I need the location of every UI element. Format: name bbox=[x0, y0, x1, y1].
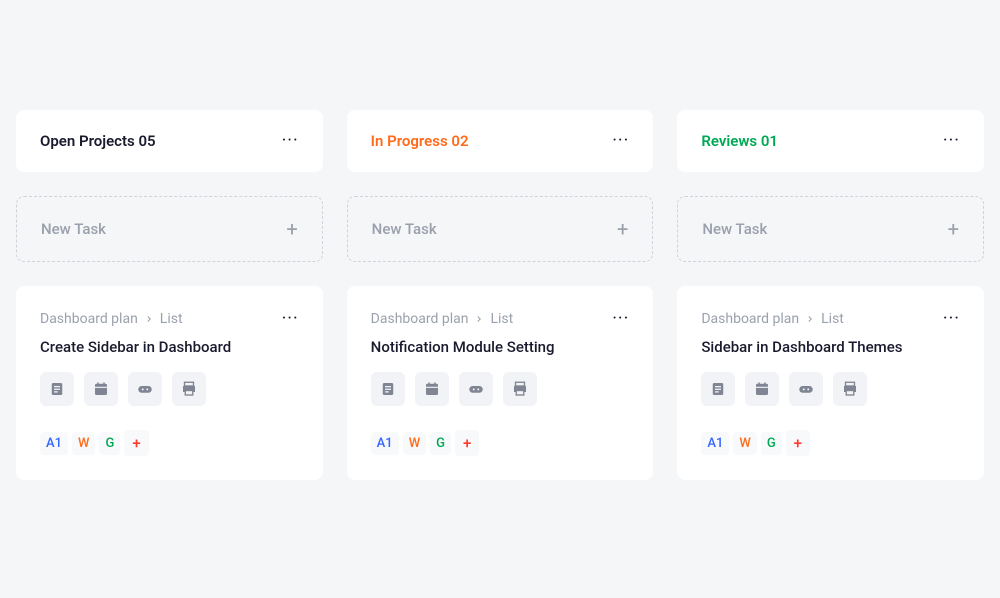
plus-icon: + bbox=[617, 219, 628, 239]
add-badge-button[interactable]: + bbox=[786, 430, 810, 456]
gamepad-icon[interactable] bbox=[128, 372, 162, 406]
breadcrumb-parent: Dashboard plan bbox=[371, 311, 469, 327]
more-icon[interactable]: ··· bbox=[282, 310, 299, 328]
new-task-label: New Task bbox=[372, 220, 437, 238]
badge-w[interactable]: W bbox=[72, 432, 95, 455]
more-icon[interactable]: ··· bbox=[612, 310, 629, 328]
column-header: In Progress 02 ··· bbox=[347, 110, 654, 172]
more-icon[interactable]: ··· bbox=[943, 132, 960, 150]
task-icon-row bbox=[701, 372, 960, 406]
gamepad-icon[interactable] bbox=[459, 372, 493, 406]
breadcrumb-text[interactable]: Dashboard plan List bbox=[701, 311, 844, 327]
task-title: Notification Module Setting bbox=[371, 338, 630, 356]
breadcrumb-child: List bbox=[490, 311, 513, 327]
column-open-projects: Open Projects 05 ··· New Task + Dashboar… bbox=[16, 110, 323, 480]
new-task-label: New Task bbox=[41, 220, 106, 238]
breadcrumb: Dashboard plan List ··· bbox=[701, 310, 960, 328]
calendar-icon[interactable] bbox=[745, 372, 779, 406]
task-title: Sidebar in Dashboard Themes bbox=[701, 338, 960, 356]
badge-row: A1 W G + bbox=[371, 430, 630, 456]
calendar-icon[interactable] bbox=[415, 372, 449, 406]
more-icon[interactable]: ··· bbox=[943, 310, 960, 328]
add-badge-button[interactable]: + bbox=[124, 430, 148, 456]
calendar-icon[interactable] bbox=[84, 372, 118, 406]
column-reviews: Reviews 01 ··· New Task + Dashboard plan… bbox=[677, 110, 984, 480]
column-title: Open Projects 05 bbox=[40, 132, 156, 150]
column-title: In Progress 02 bbox=[371, 132, 469, 150]
badge-g[interactable]: G bbox=[430, 432, 451, 455]
task-card[interactable]: Dashboard plan List ··· Notification Mod… bbox=[347, 286, 654, 480]
printer-icon[interactable] bbox=[172, 372, 206, 406]
chevron-right-icon bbox=[805, 314, 815, 324]
breadcrumb-text[interactable]: Dashboard plan List bbox=[40, 311, 183, 327]
breadcrumb-parent: Dashboard plan bbox=[40, 311, 138, 327]
plus-icon: + bbox=[948, 219, 959, 239]
printer-icon[interactable] bbox=[833, 372, 867, 406]
document-icon[interactable] bbox=[40, 372, 74, 406]
breadcrumb-child: List bbox=[160, 311, 183, 327]
badge-a[interactable]: A1 bbox=[701, 432, 729, 455]
add-badge-button[interactable]: + bbox=[455, 430, 479, 456]
kanban-board: Open Projects 05 ··· New Task + Dashboar… bbox=[16, 20, 984, 480]
chevron-right-icon bbox=[474, 314, 484, 324]
more-icon[interactable]: ··· bbox=[612, 132, 629, 150]
printer-icon[interactable] bbox=[503, 372, 537, 406]
more-icon[interactable]: ··· bbox=[282, 132, 299, 150]
new-task-button[interactable]: New Task + bbox=[16, 196, 323, 262]
breadcrumb-parent: Dashboard plan bbox=[701, 311, 799, 327]
task-card[interactable]: Dashboard plan List ··· Sidebar in Dashb… bbox=[677, 286, 984, 480]
document-icon[interactable] bbox=[701, 372, 735, 406]
task-icon-row bbox=[40, 372, 299, 406]
task-title: Create Sidebar in Dashboard bbox=[40, 338, 299, 356]
badge-a[interactable]: A1 bbox=[371, 432, 399, 455]
new-task-button[interactable]: New Task + bbox=[347, 196, 654, 262]
badge-row: A1 W G + bbox=[40, 430, 299, 456]
gamepad-icon[interactable] bbox=[789, 372, 823, 406]
breadcrumb-text[interactable]: Dashboard plan List bbox=[371, 311, 514, 327]
badge-g[interactable]: G bbox=[99, 432, 120, 455]
badge-row: A1 W G + bbox=[701, 430, 960, 456]
plus-icon: + bbox=[286, 219, 297, 239]
column-header: Open Projects 05 ··· bbox=[16, 110, 323, 172]
new-task-button[interactable]: New Task + bbox=[677, 196, 984, 262]
new-task-label: New Task bbox=[702, 220, 767, 238]
breadcrumb-child: List bbox=[821, 311, 844, 327]
column-header: Reviews 01 ··· bbox=[677, 110, 984, 172]
column-in-progress: In Progress 02 ··· New Task + Dashboard … bbox=[347, 110, 654, 480]
badge-a[interactable]: A1 bbox=[40, 432, 68, 455]
task-card[interactable]: Dashboard plan List ··· Create Sidebar i… bbox=[16, 286, 323, 480]
breadcrumb: Dashboard plan List ··· bbox=[371, 310, 630, 328]
chevron-right-icon bbox=[144, 314, 154, 324]
document-icon[interactable] bbox=[371, 372, 405, 406]
task-icon-row bbox=[371, 372, 630, 406]
column-title: Reviews 01 bbox=[701, 132, 778, 150]
badge-w[interactable]: W bbox=[733, 432, 756, 455]
badge-g[interactable]: G bbox=[761, 432, 782, 455]
breadcrumb: Dashboard plan List ··· bbox=[40, 310, 299, 328]
badge-w[interactable]: W bbox=[403, 432, 426, 455]
